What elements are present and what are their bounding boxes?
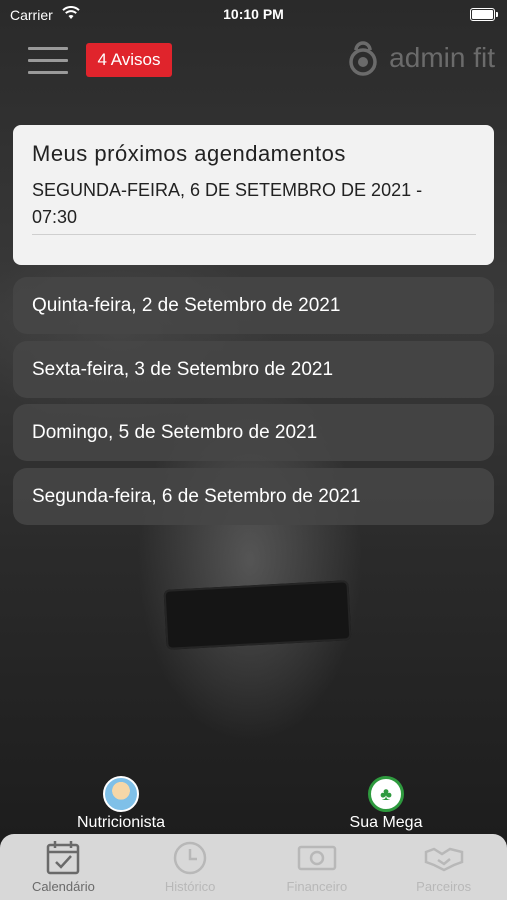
tab-parceiros-label: Parceiros	[416, 879, 472, 894]
sua-mega-label: Sua Mega	[349, 814, 423, 831]
nutritionist-label: Nutricionista	[76, 814, 166, 831]
day-item-label: Quinta-feira, 2 de Setembro de 2021	[32, 294, 341, 316]
clock-time: 10:10 PM	[223, 6, 284, 22]
tab-parceiros[interactable]: Parceiros	[380, 834, 507, 900]
hamburger-menu-button[interactable]	[28, 47, 68, 77]
banknote-icon	[297, 845, 337, 871]
day-item[interactable]: Sexta-feira, 3 de Setembro de 2021	[13, 341, 494, 398]
kettlebell-icon	[349, 41, 377, 76]
calendar-check-icon	[47, 841, 80, 875]
nutritionist-icon	[103, 776, 139, 812]
nutritionist-shortcut[interactable]: Nutricionista	[51, 776, 191, 832]
day-item[interactable]: Segunda-feira, 6 de Setembro de 2021	[13, 468, 494, 525]
tab-calendario[interactable]: Calendário	[0, 834, 127, 900]
next-appointments-card[interactable]: Meus próximos agendamentos SEGUNDA-FEIRA…	[13, 125, 494, 265]
day-item[interactable]: Quinta-feira, 2 de Setembro de 2021	[13, 277, 494, 334]
next-appointment-datetime: SEGUNDA-FEIRA, 6 DE SETEMBRO DE 2021 - 0…	[32, 177, 462, 231]
tab-historico[interactable]: Histórico	[127, 834, 254, 900]
background-belt-shape	[163, 580, 352, 650]
day-item[interactable]: Domingo, 5 de Setembro de 2021	[13, 404, 494, 461]
handshake-icon	[424, 847, 463, 872]
logo-text: admin fit	[389, 42, 495, 73]
status-bar: Carrier 10:10 PM	[0, 0, 507, 30]
notices-button[interactable]: 4 Avisos	[86, 43, 172, 77]
clock-icon	[173, 841, 207, 875]
tab-calendario-label: Calendário	[31, 879, 95, 894]
next-appointments-title: Meus próximos agendamentos	[32, 141, 346, 166]
next-appointment-date: SEGUNDA-FEIRA, 6 DE SETEMBRO DE 2021 -	[32, 180, 423, 200]
battery-icon	[470, 8, 498, 21]
day-item-label: Segunda-feira, 6 de Setembro de 2021	[32, 485, 361, 507]
sua-mega-shortcut[interactable]: ♣ Sua Mega	[316, 776, 456, 832]
tab-historico-label: Histórico	[164, 879, 216, 894]
day-item-label: Domingo, 5 de Setembro de 2021	[32, 421, 318, 443]
day-item-label: Sexta-feira, 3 de Setembro de 2021	[32, 358, 334, 380]
admin-fit-logo: admin fit	[345, 40, 495, 76]
tab-financeiro[interactable]: Financeiro	[254, 834, 381, 900]
bottom-tab-bar: Calendário Histórico Financeiro Parceiro…	[0, 834, 507, 900]
next-appointment-time: 07:30	[32, 207, 78, 227]
card-divider	[32, 234, 476, 235]
clover-icon: ♣	[368, 776, 404, 812]
tab-financeiro-label: Financeiro	[286, 879, 348, 894]
